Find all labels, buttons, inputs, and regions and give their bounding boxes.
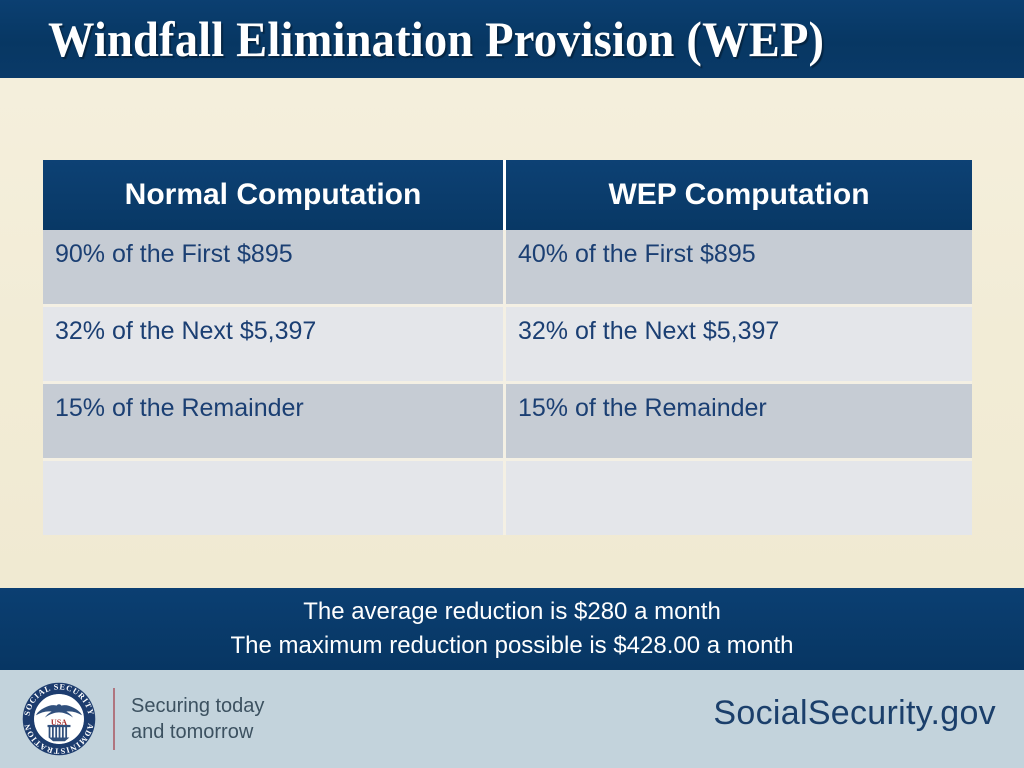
average-reduction-text: The average reduction is $280 a month <box>303 598 721 625</box>
cell-normal-empty <box>43 461 506 535</box>
maximum-reduction-text: The maximum reduction possible is $428.0… <box>230 632 794 659</box>
slide: Windfall Elimination Provision (WEP) Nor… <box>0 0 1024 768</box>
table-header: Normal Computation WEP Computation <box>43 160 972 230</box>
cell-wep-empty <box>506 461 972 535</box>
cell-normal-tier1: 90% of the First $895 <box>43 230 506 307</box>
table-row: 32% of the Next $5,397 32% of the Next $… <box>43 307 972 384</box>
cell-normal-tier2: 32% of the Next $5,397 <box>43 307 506 384</box>
tagline-line-2: and tomorrow <box>131 721 254 743</box>
page-title: Windfall Elimination Provision (WEP) <box>48 11 825 67</box>
cell-normal-tier3: 15% of the Remainder <box>43 384 506 461</box>
ssa-seal-icon: SOCIAL SECURITY ADMINISTRATION USA <box>23 682 96 756</box>
footer-divider <box>113 688 115 750</box>
cell-wep-tier1: 40% of the First $895 <box>506 230 972 307</box>
wep-comparison-table: Normal Computation WEP Computation 90% o… <box>43 160 972 535</box>
table-row: 15% of the Remainder 15% of the Remainde… <box>43 384 972 461</box>
tagline-line-1: Securing today <box>131 695 265 717</box>
column-header-wep-computation: WEP Computation <box>506 160 972 230</box>
column-header-normal-computation: Normal Computation <box>43 160 506 230</box>
table-row <box>43 461 972 535</box>
table-row: 90% of the First $895 40% of the First $… <box>43 230 972 307</box>
reduction-message-banner: The average reduction is $280 a month Th… <box>0 588 1024 670</box>
table-body: 90% of the First $895 40% of the First $… <box>43 230 972 535</box>
ssa-tagline: Securing today and tomorrow <box>131 693 264 745</box>
table-header-row: Normal Computation WEP Computation <box>43 160 972 230</box>
title-band: Windfall Elimination Provision (WEP) <box>0 0 1024 78</box>
socialsecurity-gov-label: SocialSecurity.gov <box>713 694 996 732</box>
cell-wep-tier3: 15% of the Remainder <box>506 384 972 461</box>
cell-wep-tier2: 32% of the Next $5,397 <box>506 307 972 384</box>
